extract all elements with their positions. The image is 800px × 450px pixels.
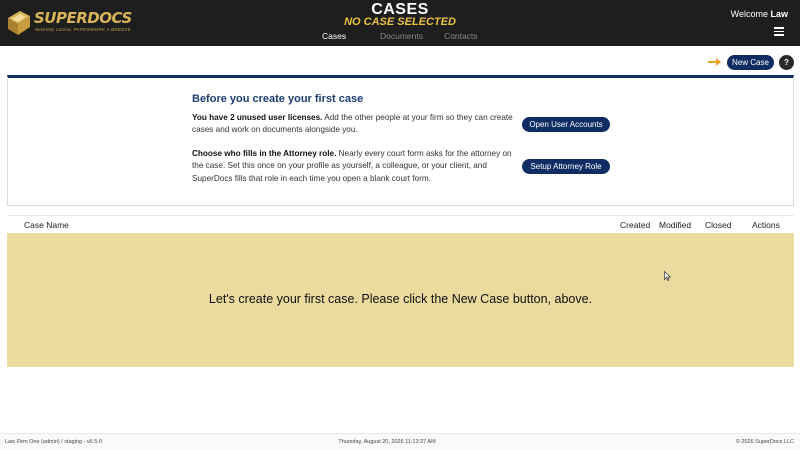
tab-documents[interactable]: Documents xyxy=(380,31,423,41)
new-case-button[interactable]: New Case xyxy=(727,55,774,70)
selected-case-label: NO CASE SELECTED xyxy=(344,16,456,28)
getting-started-panel: Before you create your first case You ha… xyxy=(7,75,794,206)
tab-cases[interactable]: Cases xyxy=(322,31,346,41)
arrow-right-icon xyxy=(708,58,721,66)
setup-attorney-role-button[interactable]: Setup Attorney Role xyxy=(522,159,610,174)
cases-table-header: Case Name Created Modified Closed Action… xyxy=(7,215,794,233)
copyright: © 2026 SuperDocs LLC xyxy=(735,439,794,445)
app-header: SUPERDOCS MAKING LEGAL PAPERWORK A BREEZ… xyxy=(0,0,800,46)
hamburger-menu-icon[interactable] xyxy=(774,27,784,36)
column-created[interactable]: Created xyxy=(620,220,650,230)
main-nav: Cases Documents Contacts xyxy=(0,31,800,45)
welcome-prefix: Welcome xyxy=(730,9,768,19)
getting-started-heading: Before you create your first case xyxy=(192,93,364,105)
licenses-bold: You have 2 unused user licenses. xyxy=(192,113,323,122)
column-actions: Actions xyxy=(752,220,780,230)
welcome-text: Welcome Law xyxy=(731,9,788,19)
column-modified[interactable]: Modified xyxy=(659,220,691,230)
attorney-bold: Choose who fills in the Attorney role. xyxy=(192,149,337,158)
open-user-accounts-button[interactable]: Open User Accounts xyxy=(522,117,610,132)
current-datetime: Thursday, August 20, 2026 11:13:27 AM xyxy=(338,439,436,445)
column-closed[interactable]: Closed xyxy=(705,220,731,230)
status-footer: Law Firm One (admin) / staging - v6.5.0 … xyxy=(0,433,800,450)
column-case-name[interactable]: Case Name xyxy=(24,220,69,230)
mouse-cursor-icon xyxy=(664,271,671,281)
empty-cases-message: Let's create your first case. Please cli… xyxy=(208,292,593,306)
user-name: Law xyxy=(770,9,788,19)
empty-cases-panel: Let's create your first case. Please cli… xyxy=(7,233,794,367)
tab-contacts[interactable]: Contacts xyxy=(444,31,478,41)
attorney-role-message: Choose who fills in the Attorney role. N… xyxy=(192,148,517,185)
help-button[interactable]: ? xyxy=(779,55,794,70)
licenses-message: You have 2 unused user licenses. Add the… xyxy=(192,112,517,137)
